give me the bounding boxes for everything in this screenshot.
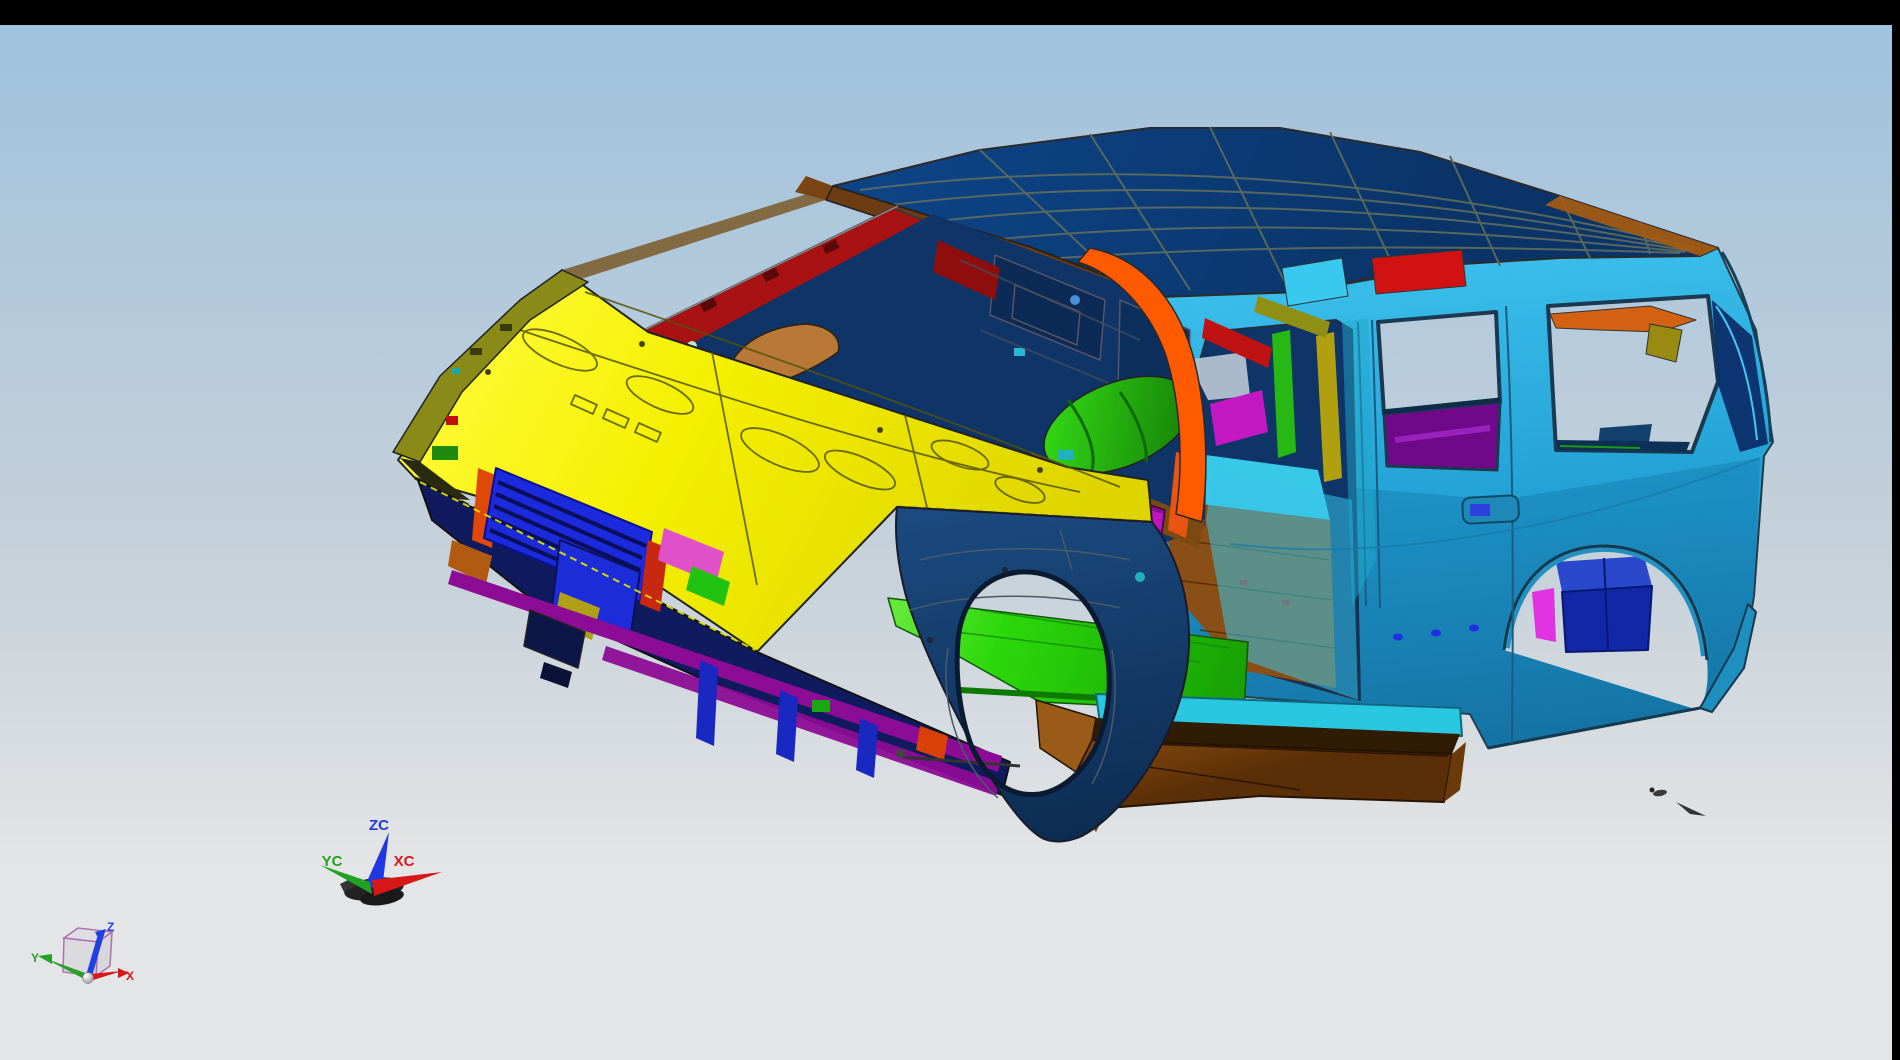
- wcs-z-label: ZC: [369, 817, 389, 834]
- wcs-x-label: XC: [394, 853, 415, 870]
- door-handle-glyph: [1470, 504, 1490, 516]
- datum-z-label: Z: [107, 920, 114, 934]
- wheelhouse-teal-clip: [1058, 450, 1074, 460]
- wcs-y-label: YC: [322, 853, 343, 870]
- rear-door-window[interactable]: [1378, 312, 1500, 470]
- datum-origin-sphere[interactable]: [83, 973, 94, 984]
- cad-application-window: ZC YC XC Z Y X: [0, 0, 1900, 1060]
- quarter-window[interactable]: [1548, 296, 1718, 452]
- roof-rail-red-piece[interactable]: [1372, 250, 1466, 294]
- lower-green-bit: [812, 700, 830, 712]
- tip-green-bit: [432, 446, 458, 460]
- graphics-viewport[interactable]: ZC YC XC Z Y X: [0, 0, 1900, 1060]
- datum-x-label: X: [126, 969, 134, 983]
- fender-teal-hole: [1135, 572, 1145, 582]
- top-black-bar: [0, 0, 1900, 25]
- interior-blue-dot: [1070, 295, 1080, 305]
- tip-red-clip: [446, 416, 458, 425]
- interior-cyan-bit: [1014, 348, 1025, 356]
- right-black-bar: [1892, 25, 1900, 1060]
- datum-y-label: Y: [31, 951, 39, 965]
- tip-teal-bit: [452, 368, 460, 374]
